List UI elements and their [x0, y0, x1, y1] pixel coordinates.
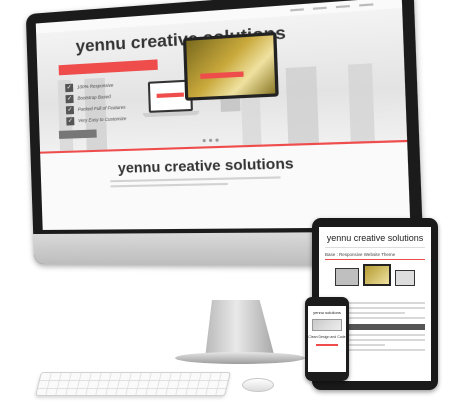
phone-image: [312, 319, 342, 331]
mini-imac-image: [182, 31, 279, 101]
check-icon: ✓: [65, 94, 74, 103]
slider-dots[interactable]: [202, 138, 219, 143]
keyboard: [35, 372, 231, 396]
section-paragraph: [110, 176, 281, 188]
nav-link[interactable]: [335, 4, 350, 9]
imac-stand: [205, 300, 275, 358]
mini-imac-stand: [220, 98, 241, 112]
feature-item: ✓ Very Easy to Customize: [66, 115, 127, 126]
feature-list: ✓ 100% Responsive ✓ Bootstrap Based ✓ Packe…: [65, 79, 126, 127]
mouse: [242, 378, 274, 392]
phone-site-title: yennu solutions: [313, 310, 341, 315]
phone-screen: yennu solutions Clean Design and Code: [308, 306, 346, 372]
phone-site-text: Clean Design and Code: [308, 335, 346, 339]
phone-device: yennu solutions Clean Design and Code: [305, 297, 349, 381]
tablet-site-title: yennu creative solutions: [326, 233, 424, 243]
nav-link[interactable]: [290, 8, 304, 12]
check-icon: ✓: [65, 105, 75, 114]
hero-red-banner: [58, 59, 158, 76]
nav-link[interactable]: [359, 3, 374, 7]
imac-stand-base: [175, 352, 305, 364]
tablet-devices-image: [329, 264, 421, 298]
imac-screen: yennu creative solutions ✓ 100% Responsiv…: [35, 0, 411, 230]
phone-red-button[interactable]: [316, 343, 338, 346]
check-icon: ✓: [66, 116, 75, 126]
tablet-site-subtitle: Base : Responsive Website Theme: [325, 252, 396, 257]
nav-link[interactable]: [312, 6, 327, 10]
site-hero: yennu creative solutions ✓ 100% Responsiv…: [36, 7, 408, 152]
hero-button[interactable]: [58, 129, 97, 139]
check-icon: ✓: [65, 83, 74, 92]
section-title: yennu creative solutions: [117, 154, 294, 176]
